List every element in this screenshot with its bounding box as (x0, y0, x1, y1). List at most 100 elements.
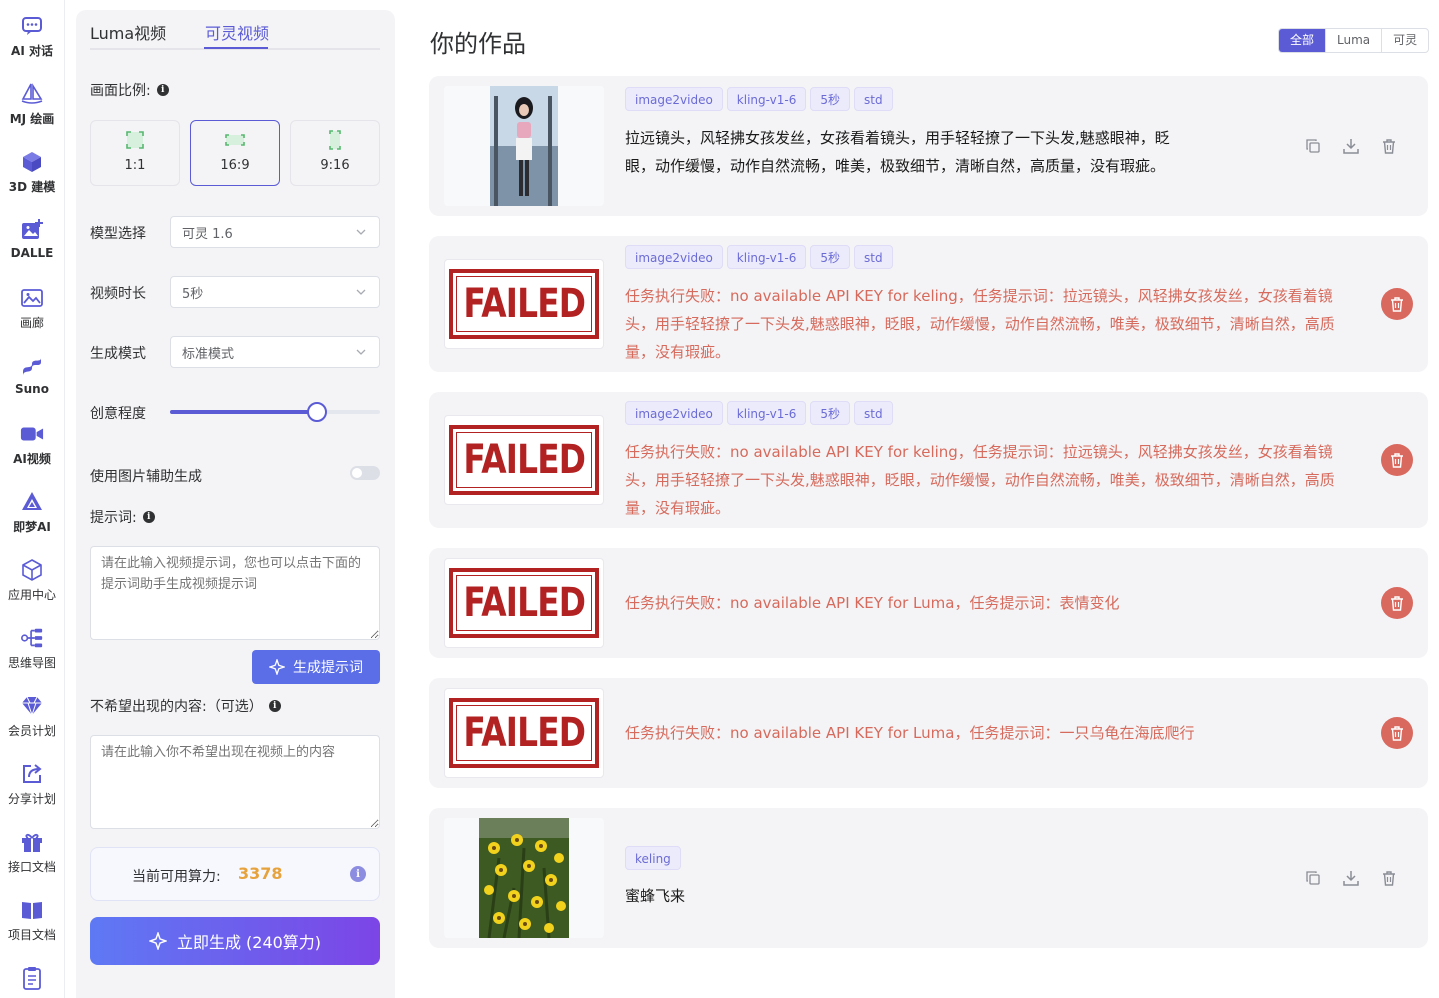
nav-item-app-center[interactable]: 应用中心 (0, 556, 64, 616)
mode-select-value: 标准模式 (182, 346, 235, 362)
nav-item-api-docs[interactable]: 接口文档 (0, 828, 64, 888)
trash-icon (1391, 297, 1403, 312)
chevron-down-icon (356, 229, 366, 235)
copy-icon[interactable] (1304, 137, 1322, 155)
nav-label: AI 对话 (11, 44, 53, 58)
diamond-icon (20, 694, 44, 718)
sparkle-icon (148, 932, 167, 950)
tab-luma[interactable]: Luma视频 (90, 20, 166, 44)
nav-label: 应用中心 (7, 588, 56, 602)
failed-thumbnail[interactable]: FAILED (444, 259, 604, 349)
nav-item-ai-video[interactable]: AI视频 (0, 420, 64, 480)
tag: image2video (625, 245, 723, 269)
tag: kling-v1-6 (726, 245, 807, 269)
tag: kling-v1-6 (726, 401, 807, 425)
tag: std (854, 401, 893, 425)
failed-thumbnail[interactable]: FAILED (444, 558, 604, 648)
image-assist-toggle[interactable] (350, 466, 380, 480)
gallery-icon (20, 286, 44, 310)
copy-icon[interactable] (1304, 869, 1322, 887)
aspect-ratio-text: 画面比例: (90, 83, 151, 99)
work-card: FAILED image2video kling-v1-6 5秒 std 任务执… (429, 236, 1428, 372)
negative-label-text: 不希望出现的内容:（可选） (90, 699, 263, 715)
negative-prompt-input[interactable] (90, 735, 380, 829)
nav-item-suno[interactable]: Suno (0, 352, 64, 412)
music-icon (20, 354, 44, 378)
nav-label: 分享计划 (7, 792, 56, 806)
failed-thumbnail[interactable]: FAILED (444, 688, 604, 778)
download-icon[interactable] (1342, 869, 1360, 887)
toggle-knob (352, 468, 362, 478)
generate-prompt-button[interactable]: 生成提示词 (252, 650, 380, 684)
ratio-16-9[interactable]: 16:9 (190, 120, 280, 186)
side-nav: AI 对话 MJ 绘画 3D 建模 DALLE 画廊 Suno AI视频 即梦A… (0, 0, 65, 998)
tag: kling-v1-6 (726, 87, 807, 111)
slider-thumb[interactable] (307, 402, 327, 422)
nav-label: DALLE (10, 246, 54, 260)
nav-label: 会员计划 (7, 724, 56, 738)
video-thumbnail[interactable] (444, 86, 604, 206)
info-icon[interactable]: i (350, 866, 366, 882)
info-icon[interactable]: i (142, 511, 155, 523)
filter-kling[interactable]: 可灵 (1381, 29, 1428, 52)
ratio-9-16[interactable]: 9:16 (290, 120, 380, 186)
ratio-square-icon (125, 130, 145, 150)
nav-item-ai-chat[interactable]: AI 对话 (0, 12, 64, 72)
failed-stamp: FAILED (449, 269, 599, 339)
nav-label: MJ 绘画 (9, 112, 55, 126)
nav-item-dalle[interactable]: DALLE (0, 216, 64, 276)
nav-item-3d[interactable]: 3D 建模 (0, 148, 64, 208)
delete-button[interactable] (1381, 717, 1413, 749)
generate-prompt-label: 生成提示词 (293, 660, 363, 676)
failed-text: FAILED (463, 437, 586, 483)
failed-stamp: FAILED (449, 425, 599, 495)
filter-luma[interactable]: Luma (1325, 29, 1381, 52)
power-value: 3378 (238, 864, 283, 883)
nav-item-gallery[interactable]: 画廊 (0, 284, 64, 344)
video-tabs: Luma视频 可灵视频 (90, 10, 380, 50)
ratio-label: 16:9 (220, 158, 250, 173)
info-icon[interactable]: i (156, 84, 169, 96)
duration-select[interactable]: 5秒 (170, 276, 380, 308)
nav-label: 3D 建模 (8, 180, 56, 194)
nav-item-mindmap[interactable]: 思维导图 (0, 624, 64, 684)
nav-item-mj[interactable]: MJ 绘画 (0, 80, 64, 140)
prompt-input[interactable] (90, 546, 380, 640)
model-select[interactable]: 可灵 1.6 (170, 216, 380, 248)
nav-item-more[interactable] (0, 964, 64, 998)
failed-stamp: FAILED (449, 698, 599, 768)
creativity-slider[interactable] (170, 402, 380, 422)
sailboat-icon (20, 82, 44, 106)
nav-item-project-docs[interactable]: 项目文档 (0, 896, 64, 956)
tab-kling[interactable]: 可灵视频 (205, 20, 269, 44)
error-message: 任务执行失败：no available API KEY for Luma，任务提… (625, 594, 1120, 612)
chat-icon (20, 14, 44, 38)
mode-select[interactable]: 标准模式 (170, 336, 380, 368)
tag: 5秒 (810, 401, 850, 425)
trash-icon[interactable] (1380, 137, 1398, 155)
delete-button[interactable] (1381, 587, 1413, 619)
model-label: 模型选择 (90, 226, 146, 242)
nav-item-share[interactable]: 分享计划 (0, 760, 64, 820)
ratio-1-1[interactable]: 1:1 (90, 120, 180, 186)
info-icon[interactable]: i (268, 700, 281, 712)
tag-list: keling (625, 846, 681, 870)
trash-icon[interactable] (1380, 869, 1398, 887)
delete-button[interactable] (1381, 444, 1413, 476)
generate-now-button[interactable]: 立即生成 (240算力) (90, 917, 380, 965)
delete-button[interactable] (1381, 288, 1413, 320)
failed-thumbnail[interactable]: FAILED (444, 415, 604, 505)
work-card: FAILED image2video kling-v1-6 5秒 std 任务执… (429, 392, 1428, 528)
tab-underline (204, 47, 268, 49)
creativity-label: 创意程度 (90, 406, 146, 422)
gift-icon (20, 830, 44, 854)
video-thumbnail[interactable] (444, 818, 604, 938)
sparkle-icon (269, 659, 285, 675)
download-icon[interactable] (1342, 137, 1360, 155)
model-select-value: 可灵 1.6 (182, 226, 233, 242)
nav-item-jimeng[interactable]: 即梦AI (0, 488, 64, 548)
nav-item-membership[interactable]: 会员计划 (0, 692, 64, 752)
negative-label: 不希望出现的内容:（可选） i (90, 696, 281, 716)
portrait-thumbnail-image (490, 86, 558, 206)
filter-all[interactable]: 全部 (1279, 29, 1326, 52)
